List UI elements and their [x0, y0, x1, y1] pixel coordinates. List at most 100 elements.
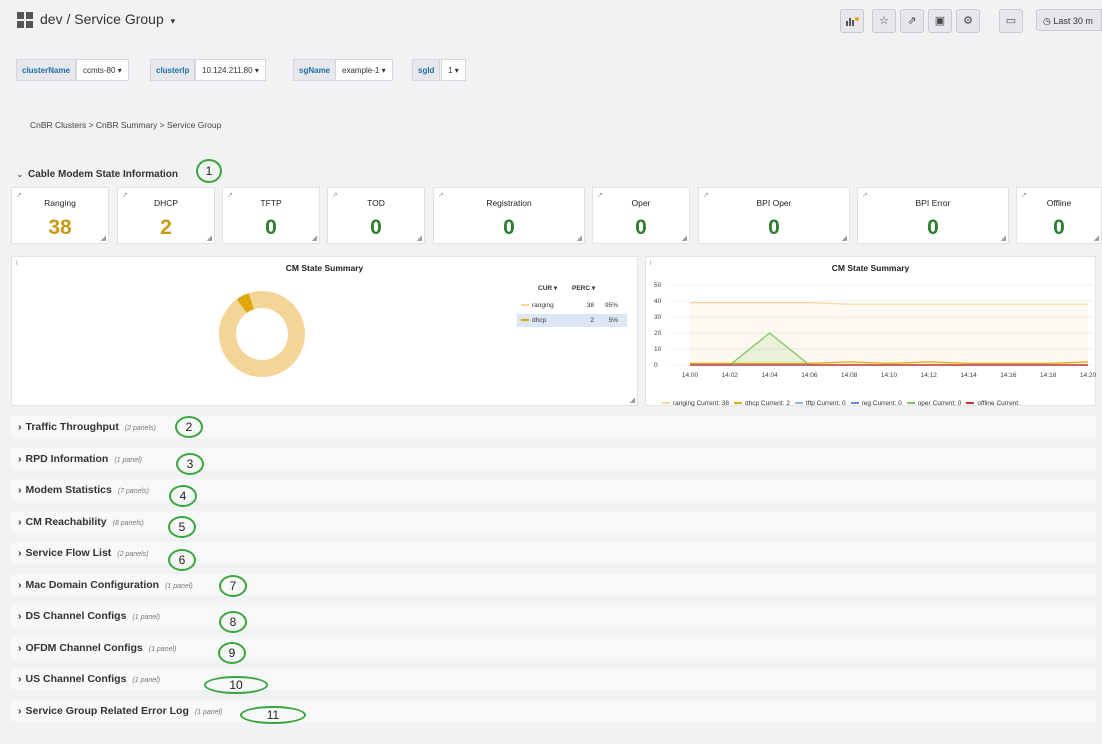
variable-select-clustername[interactable]: ccmts-80 ▾ [76, 59, 129, 81]
x-tick-label: 14:14 [960, 372, 977, 379]
share-icon[interactable]: ⇗ [900, 9, 924, 33]
row-ds-channel-configs[interactable] [11, 605, 1096, 627]
resize-handle[interactable]: ◢ [630, 396, 635, 404]
resize-handle[interactable]: ◢ [1094, 234, 1099, 242]
legend-label: reg Current: 0 [861, 400, 902, 407]
star-icon[interactable]: ☆ [872, 9, 896, 33]
line-legend-item[interactable]: offline Current: [966, 400, 1020, 407]
row-header[interactable]: › RPD Information (1 panel) [18, 453, 142, 465]
y-tick-label: 50 [654, 282, 662, 289]
y-tick-label: 40 [654, 298, 662, 305]
pie-legend-item[interactable]: ranging 38 95% [517, 299, 627, 312]
row-us-channel-configs[interactable] [11, 668, 1096, 690]
resize-handle[interactable]: ◢ [842, 234, 847, 242]
variable-select-sgid[interactable]: 1 ▾ [441, 59, 466, 81]
callout-marker: 8 [219, 611, 247, 633]
row-header[interactable]: › Service Group Related Error Log (1 panel… [18, 705, 223, 717]
add-panel-icon[interactable] [840, 9, 864, 33]
row-title: Mac Domain Configuration [25, 578, 160, 591]
stat-value: 2 [160, 216, 172, 239]
x-tick-label: 14:00 [682, 372, 699, 379]
tv-icon[interactable]: ▭ [999, 9, 1023, 33]
row-traffic-throughput[interactable] [11, 416, 1096, 438]
stat-title: Registration [486, 198, 532, 208]
pie-legend-item[interactable]: dhcp 2 5% [517, 314, 627, 327]
caret-down-icon: ▾ [454, 66, 459, 75]
x-tick-label: 14:16 [1000, 372, 1017, 379]
chevron-right-icon: › [18, 452, 22, 465]
chevron-right-icon: › [18, 547, 22, 559]
stat-panel-registration: ↗ Registration 0 ◢ [433, 187, 585, 244]
line-legend-item[interactable]: oper Current: 0 [906, 400, 961, 407]
stat-title: Oper [631, 198, 651, 208]
resize-handle[interactable]: ◢ [207, 234, 212, 242]
callout-marker: 9 [218, 642, 246, 664]
chevron-down-icon: ⌄ [16, 169, 24, 179]
chevron-right-icon: › [18, 484, 22, 496]
stat-value: 0 [768, 216, 780, 239]
dashboard-grid-icon[interactable] [17, 12, 33, 28]
caret-down-icon: ▾ [381, 66, 386, 75]
resize-handle[interactable]: ◢ [312, 234, 317, 242]
stat-title: Offline [1046, 198, 1072, 208]
resize-handle[interactable]: ◢ [577, 234, 582, 242]
callout-marker: 10 [204, 676, 268, 694]
variable-select-sgname[interactable]: example-1 ▾ [335, 59, 393, 81]
line-legend-item[interactable]: ranging Current: 38 [662, 400, 729, 407]
x-tick-label: 14:02 [722, 372, 739, 379]
legend-label: tftp Current: 0 [805, 400, 846, 407]
row-header[interactable]: › CM Reachability (8 panels) [18, 516, 144, 528]
x-tick-label: 14:06 [801, 372, 818, 379]
row-title: DS Channel Configs [25, 610, 127, 622]
row-panel-count: (2 panels) [117, 551, 149, 558]
line-legend-item[interactable]: tftp Current: 0 [794, 400, 846, 407]
dashboard-title[interactable]: dev / Service Group ▾ [40, 11, 175, 27]
chevron-right-icon: › [18, 641, 22, 654]
variable-label-sgid: sgId [412, 59, 441, 81]
breadcrumb[interactable]: CnBR Clusters > CnBR Summary > Service G… [30, 120, 221, 130]
row-header[interactable]: › Modem Statistics (7 panels) [18, 484, 149, 496]
legend-col-cur[interactable]: CUR ▾ [538, 284, 557, 292]
chevron-right-icon: › [18, 704, 22, 717]
stat-value: 0 [635, 216, 647, 239]
legend-label: dhcp Current: 2 [745, 400, 790, 407]
legend-col-perc[interactable]: PERC ▾ [572, 284, 595, 292]
row-rpd-information[interactable] [11, 447, 1096, 470]
row-header[interactable]: › DS Channel Configs (1 panel) [18, 610, 160, 622]
legend-swatch [521, 304, 529, 307]
resize-handle[interactable]: ◢ [682, 234, 687, 242]
row-title: Cable Modem State Information [28, 169, 179, 180]
stat-title: BPI Oper [756, 198, 792, 208]
save-icon[interactable]: ▣ [928, 9, 952, 33]
legend-swatch [906, 402, 915, 405]
variable-value: example-1 [342, 66, 380, 75]
variable-select-clusterip[interactable]: 10.124.211.80 ▾ [195, 59, 266, 81]
x-tick-label: 14:12 [921, 372, 938, 379]
row-header[interactable]: › Service Flow List (2 panels) [18, 547, 148, 559]
legend-label: offline Current: [977, 400, 1020, 407]
line-legend-item[interactable]: reg Current: 0 [850, 400, 902, 407]
stat-panel-offline: ↗ Offline 0 ◢ [1016, 187, 1102, 244]
stat-value: 0 [265, 216, 277, 239]
row-header[interactable]: › Traffic Throughput (2 panels) [18, 421, 156, 433]
legend-name: ranging [532, 302, 554, 309]
resize-handle[interactable]: ◢ [101, 234, 106, 242]
gear-icon[interactable]: ⚙ [956, 9, 980, 33]
y-tick-label: 20 [654, 330, 662, 337]
legend-swatch [966, 402, 975, 405]
row-header[interactable]: › Mac Domain Configuration (1 panel) [18, 579, 193, 591]
line-legend-item[interactable]: dhcp Current: 2 [734, 400, 790, 407]
pie-slice-ranging[interactable] [219, 291, 305, 377]
resize-handle[interactable]: ◢ [417, 234, 422, 242]
row-header[interactable]: › US Channel Configs (1 panel) [18, 673, 160, 685]
stat-value: 0 [1053, 216, 1065, 239]
row-header[interactable]: › OFDM Channel Configs (1 panel) [18, 642, 176, 654]
variable-label-clusterip: clusterIp [150, 59, 196, 81]
row-cable-modem-state[interactable]: ⌄ Cable Modem State Information [16, 164, 178, 182]
x-tick-label: 14:04 [761, 372, 778, 379]
legend-cur: 2 [590, 317, 594, 324]
time-picker[interactable]: ◷ Last 30 m [1036, 9, 1102, 31]
legend-name: dhcp [532, 317, 547, 324]
resize-handle[interactable]: ◢ [1001, 234, 1006, 242]
row-panel-count: (1 panel) [132, 677, 161, 684]
